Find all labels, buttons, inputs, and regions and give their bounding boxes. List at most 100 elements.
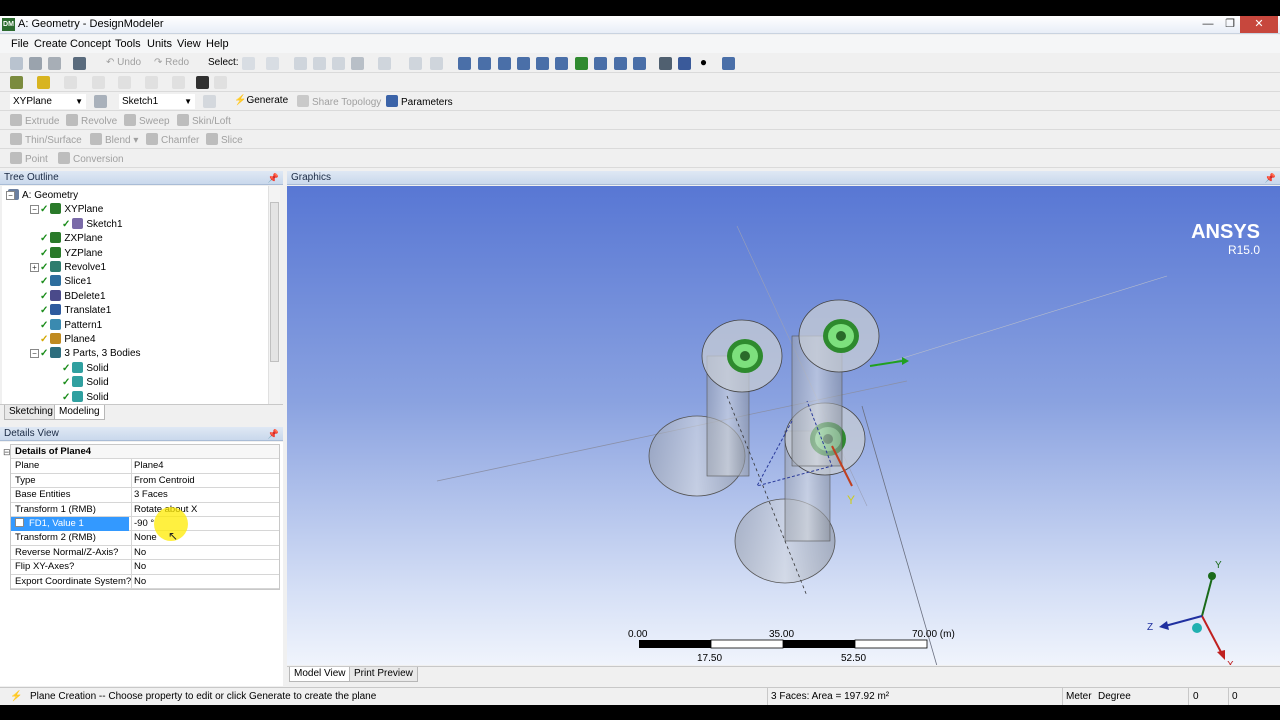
split-icon[interactable] bbox=[172, 76, 185, 89]
menu-tools[interactable]: Tools bbox=[115, 38, 141, 50]
sketch-combo[interactable]: Sketch1 ▼ bbox=[119, 94, 195, 109]
details-row[interactable]: Plane Plane4 bbox=[11, 459, 279, 474]
select-points-icon[interactable] bbox=[294, 57, 307, 70]
edge-icon[interactable] bbox=[64, 76, 77, 89]
close-button[interactable]: ✕ bbox=[1240, 16, 1278, 33]
show-vertices-icon[interactable] bbox=[722, 57, 735, 70]
tree-item-zxplane[interactable]: ✓ ZXPlane bbox=[40, 232, 103, 246]
details-value[interactable]: 3 Faces bbox=[131, 488, 281, 503]
next-view-icon[interactable] bbox=[633, 57, 646, 70]
collapse-icon[interactable]: − bbox=[6, 191, 15, 200]
box-zoom-icon[interactable] bbox=[555, 57, 568, 70]
tab-model-view[interactable]: Model View bbox=[289, 667, 351, 682]
box-select-icon[interactable] bbox=[409, 57, 422, 70]
details-row[interactable]: Transform 2 (RMB) None bbox=[11, 531, 281, 546]
tree-item-yzplane[interactable]: ✓ YZPlane bbox=[40, 246, 103, 261]
tree-item-a-geometry[interactable]: A: Geometry bbox=[8, 189, 78, 203]
tree-item-plane4[interactable]: ✓ Plane4 bbox=[40, 333, 96, 347]
details-value[interactable]: From Centroid bbox=[131, 473, 281, 488]
rotate-icon[interactable] bbox=[458, 57, 471, 70]
details-value[interactable]: None bbox=[131, 531, 281, 546]
scroll-thumb[interactable] bbox=[270, 202, 279, 362]
point-button[interactable]: Point bbox=[10, 152, 48, 165]
tab-print-preview[interactable]: Print Preview bbox=[349, 667, 418, 682]
tree-item-bdelete1[interactable]: ✓ BDelete1 bbox=[40, 289, 106, 304]
details-row[interactable]: Transform 1 (RMB) Rotate about X bbox=[11, 502, 279, 517]
new-plane-icon[interactable] bbox=[94, 95, 107, 108]
triad-icon[interactable] bbox=[659, 57, 672, 70]
solid-body-3[interactable] bbox=[791, 299, 880, 467]
collapse-icon[interactable]: − bbox=[30, 349, 39, 359]
menu-view[interactable]: View bbox=[177, 38, 201, 50]
magnifier-icon[interactable] bbox=[594, 57, 607, 70]
pick-icon[interactable] bbox=[196, 76, 209, 89]
share-topology-button[interactable]: Share Topology bbox=[297, 95, 381, 108]
menu-help[interactable]: Help bbox=[206, 38, 229, 50]
tree-item-translate1[interactable]: ✓ Translate1 bbox=[40, 304, 111, 318]
extend-selection-icon[interactable] bbox=[378, 57, 391, 70]
menu-file[interactable]: File bbox=[11, 38, 29, 50]
pin-icon[interactable]: 📌 bbox=[1265, 171, 1276, 185]
tab-sketching[interactable]: Sketching bbox=[4, 405, 58, 420]
generate-button[interactable]: ⚡Generate bbox=[234, 95, 288, 106]
details-value[interactable]: No bbox=[131, 560, 281, 575]
solid-body-1[interactable] bbox=[648, 319, 783, 497]
edge-type-icon[interactable] bbox=[92, 76, 105, 89]
details-row[interactable]: Reverse Normal/Z-Axis? No bbox=[11, 545, 281, 561]
select-filter-icon[interactable] bbox=[266, 57, 279, 70]
tree-item-parts-bodies[interactable]: ✓ 3 Parts, 3 Bodies bbox=[40, 347, 141, 361]
pin-icon[interactable]: 📌 bbox=[268, 427, 279, 441]
details-value[interactable]: -90 ° bbox=[131, 516, 281, 531]
details-row[interactable]: Base Entities 3 Faces bbox=[11, 488, 281, 503]
export-icon[interactable] bbox=[48, 57, 61, 70]
display-point-icon[interactable]: ● bbox=[697, 56, 710, 70]
menu-concept[interactable]: Concept bbox=[70, 38, 111, 50]
plane-combo[interactable]: XYPlane ▼ bbox=[10, 94, 86, 109]
collapse-icon[interactable]: ⊟ bbox=[3, 447, 11, 458]
tree-item-slice1[interactable]: ✓ Slice1 bbox=[40, 275, 92, 289]
details-row[interactable]: Type From Centroid bbox=[11, 473, 281, 489]
select-edges-icon[interactable] bbox=[313, 57, 326, 70]
graphics-viewport[interactable]: Y ANSYS R15.0 0.00 35.00 70.00 (m) 17.50… bbox=[287, 186, 1280, 665]
display-model-icon[interactable] bbox=[678, 57, 691, 70]
previous-view-icon[interactable] bbox=[614, 57, 627, 70]
sweep-button[interactable]: Sweep bbox=[124, 114, 170, 127]
pin-icon[interactable]: 📌 bbox=[268, 171, 279, 185]
lasso-select-icon[interactable] bbox=[430, 57, 443, 70]
tree-item-solid-3[interactable]: ✓ Solid bbox=[62, 390, 109, 404]
new-icon[interactable] bbox=[10, 57, 23, 70]
tree-scrollbar[interactable] bbox=[268, 186, 280, 404]
new-sketch-icon[interactable] bbox=[203, 95, 216, 108]
normal-icon[interactable] bbox=[214, 76, 227, 89]
maximize-button[interactable]: ❐ bbox=[1218, 16, 1242, 33]
select-bodies-icon[interactable] bbox=[351, 57, 364, 70]
details-value[interactable]: No bbox=[131, 574, 281, 589]
select-faces-icon[interactable] bbox=[332, 57, 345, 70]
details-value[interactable]: No bbox=[131, 545, 281, 560]
chamfer-button[interactable]: Chamfer bbox=[146, 133, 199, 146]
zoom-fit-icon[interactable] bbox=[575, 57, 588, 70]
undo-button[interactable]: ↶ Undo bbox=[106, 57, 141, 68]
select-mode-icon[interactable] bbox=[242, 57, 255, 70]
thin-surface-button[interactable]: Thin/Surface bbox=[10, 133, 82, 146]
menu-create[interactable]: Create bbox=[34, 38, 67, 50]
details-row[interactable]: Flip XY-Axes? No bbox=[11, 560, 281, 575]
screenshot-icon[interactable] bbox=[73, 57, 86, 70]
zoom-icon[interactable] bbox=[498, 57, 511, 70]
model-canvas[interactable]: Y ANSYS R15.0 0.00 35.00 70.00 (m) 17.50… bbox=[287, 186, 1280, 665]
line-icon[interactable] bbox=[118, 76, 131, 89]
tree-item-pattern1[interactable]: ✓ Pattern1 bbox=[40, 318, 102, 333]
save-icon[interactable] bbox=[29, 57, 42, 70]
blend-button[interactable]: Blend ▾ bbox=[90, 133, 138, 146]
conversion-button[interactable]: Conversion bbox=[58, 152, 124, 165]
tab-modeling[interactable]: Modeling bbox=[54, 405, 105, 420]
menu-units[interactable]: Units bbox=[147, 38, 172, 50]
redo-button[interactable]: ↷ Redo bbox=[154, 57, 189, 68]
tree-item-solid-2[interactable]: ✓ Solid bbox=[62, 376, 109, 390]
tree-item-xyplane[interactable]: ✓ XYPlane bbox=[40, 203, 103, 217]
skin-loft-button[interactable]: Skin/Loft bbox=[177, 114, 231, 127]
details-row[interactable]: Export Coordinate System? No bbox=[11, 574, 281, 589]
tree-item-solid-1[interactable]: ✓ Solid bbox=[62, 361, 109, 376]
extrude-button[interactable]: Extrude bbox=[10, 114, 59, 127]
tree-item-revolve1[interactable]: ✓ Revolve1 bbox=[40, 261, 106, 275]
